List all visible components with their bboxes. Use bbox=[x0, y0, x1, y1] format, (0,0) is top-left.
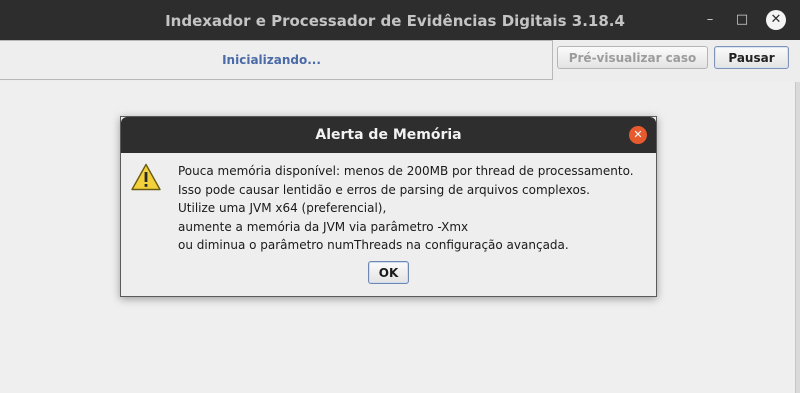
minimize-icon[interactable]: – bbox=[700, 10, 720, 30]
dialog-title-bar[interactable]: Alerta de Memória ✕ bbox=[121, 117, 656, 153]
memory-alert-dialog: Alerta de Memória ✕ Pouca memória dispon… bbox=[120, 116, 657, 297]
message-line: Utilize uma JVM x64 (preferencial), bbox=[178, 201, 387, 215]
message-line: ou diminua o parâmetro numThreads na con… bbox=[178, 238, 569, 252]
maximize-icon[interactable]: □ bbox=[732, 10, 752, 30]
message-line: aumente a memória da JVM via parâmetro -… bbox=[178, 219, 469, 234]
progress-panel: Inicializando... bbox=[0, 40, 553, 80]
message-line: Pouca memória disponível: menos de 200MB… bbox=[178, 164, 634, 178]
main-window: Indexador e Processador de Evidências Di… bbox=[0, 0, 800, 393]
ok-button[interactable]: OK bbox=[368, 261, 409, 284]
title-bar[interactable]: Indexador e Processador de Evidências Di… bbox=[0, 0, 800, 40]
window-title: Indexador e Processador de Evidências Di… bbox=[165, 12, 625, 30]
warning-icon bbox=[131, 163, 161, 191]
close-icon[interactable]: ✕ bbox=[766, 10, 786, 30]
toolbar: Inicializando... Pré-visualizar caso Pau… bbox=[0, 40, 800, 82]
message-line: Isso pode causar lentidão e erros de par… bbox=[178, 182, 590, 197]
pause-button[interactable]: Pausar bbox=[714, 46, 789, 69]
scrollbar-edge[interactable] bbox=[795, 82, 800, 393]
alert-message: Pouca memória disponível: menos de 200MB… bbox=[178, 162, 648, 255]
dialog-title: Alerta de Memória bbox=[315, 127, 462, 143]
preview-case-button[interactable]: Pré-visualizar caso bbox=[557, 46, 708, 69]
progress-status-text: Inicializando... bbox=[222, 53, 321, 67]
dialog-close-icon[interactable]: ✕ bbox=[629, 126, 647, 144]
